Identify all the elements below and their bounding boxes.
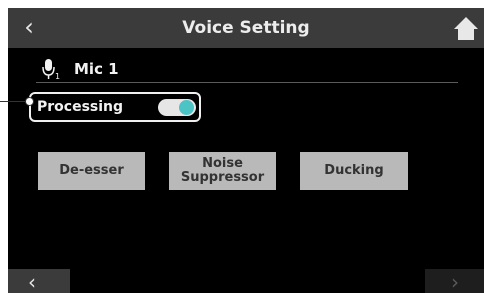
- processing-row: Processing: [29, 92, 201, 122]
- de-esser-button[interactable]: De-esser: [38, 152, 145, 190]
- callout-dot: [25, 97, 34, 106]
- chevron-right-icon: ›: [451, 270, 459, 293]
- toggle-knob: [179, 100, 194, 115]
- microphone-icon: 1: [42, 59, 60, 80]
- noise-suppressor-button[interactable]: Noise Suppressor: [169, 152, 276, 190]
- processing-toggle[interactable]: [158, 99, 196, 116]
- next-page-button[interactable]: ›: [425, 269, 484, 293]
- mic-channel-row: 1 Mic 1: [36, 56, 458, 83]
- home-icon[interactable]: [452, 14, 480, 42]
- ducking-button[interactable]: Ducking: [300, 152, 408, 190]
- chevron-left-icon: ‹: [28, 270, 36, 293]
- processing-label: Processing: [37, 99, 124, 115]
- page-title: Voice Setting: [182, 18, 310, 38]
- header-bar: ‹ Voice Setting: [8, 8, 484, 48]
- device-screen: ‹ Voice Setting 1 Mic 1 Processing De-es…: [8, 8, 484, 293]
- prev-page-button[interactable]: ‹: [8, 269, 70, 293]
- mic-channel-label: Mic 1: [74, 60, 119, 78]
- svg-text:1: 1: [55, 72, 60, 80]
